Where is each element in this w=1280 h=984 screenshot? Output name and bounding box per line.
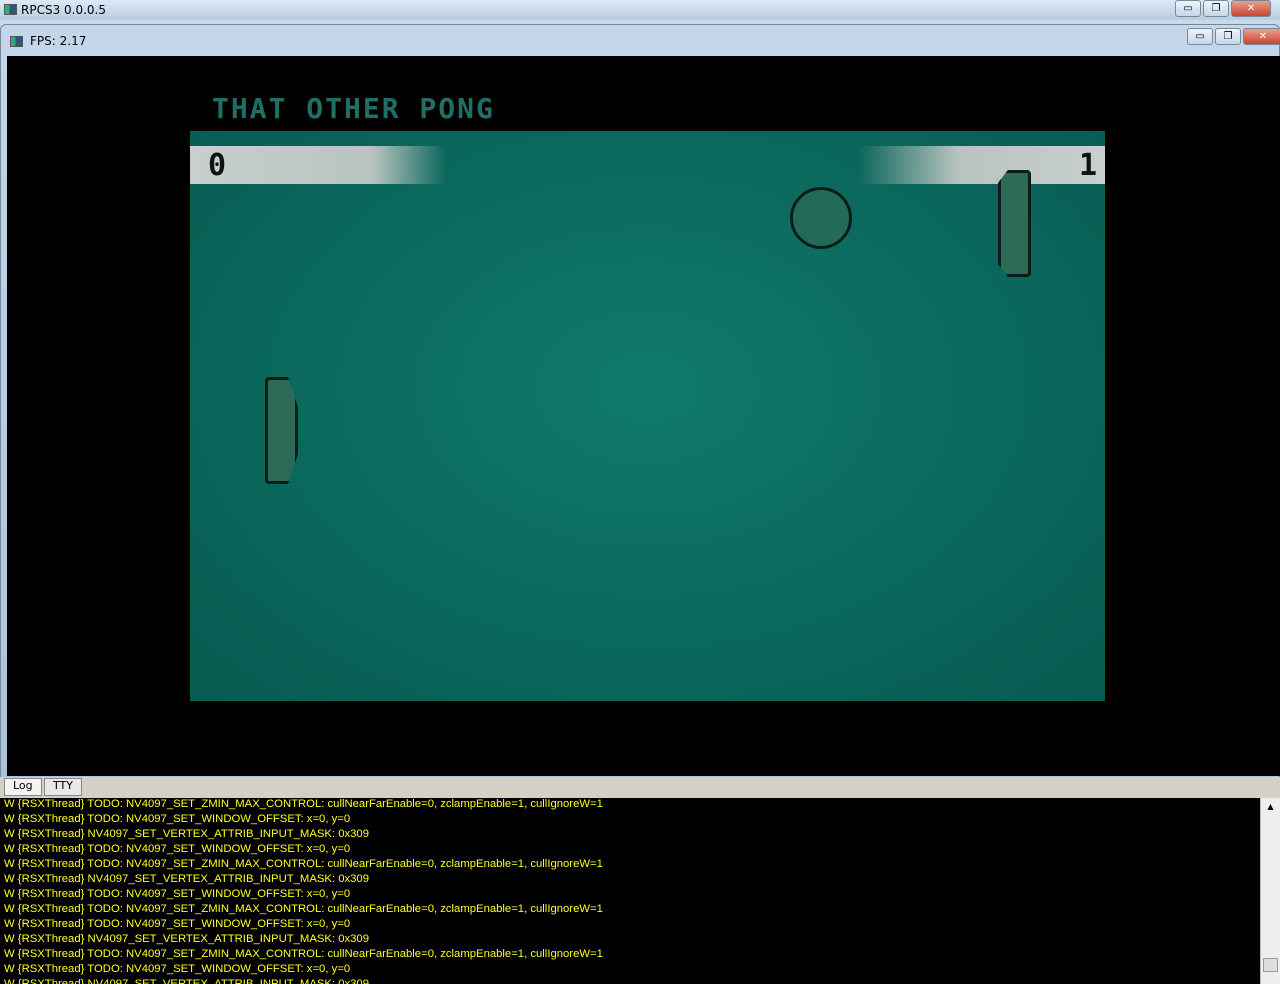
log-line: W {RSXThread} TODO: NV4097_SET_WINDOW_OF… [4, 918, 351, 930]
log-line: W {RSXThread} NV4097_SET_VERTEX_ATTRIB_I… [4, 873, 370, 885]
tab-log[interactable]: Log [4, 778, 42, 796]
log-line: W {RSXThread} TODO: NV4097_SET_ZMIN_MAX_… [4, 858, 603, 870]
log-panel: W {RSXThread} TODO: NV4097_SET_ZMIN_MAX_… [0, 798, 1260, 984]
outer-title-bar: RPCS3 0.0.0.5 ▭ ❐ ✕ [0, 0, 1280, 20]
log-line: W {RSXThread} TODO: NV4097_SET_WINDOW_OF… [4, 813, 351, 825]
log-scrollbar[interactable]: ▲ [1260, 798, 1280, 984]
right-paddle [998, 170, 1031, 277]
log-line: W {RSXThread} TODO: NV4097_SET_ZMIN_MAX_… [4, 948, 603, 960]
app-icon [4, 4, 17, 15]
fps-title: FPS: 2.17 [30, 34, 87, 48]
log-line: W {RSXThread} NV4097_SET_VERTEX_ATTRIB_I… [4, 828, 370, 840]
scroll-up-arrow-icon[interactable]: ▲ [1261, 798, 1280, 815]
log-line: W {RSXThread} TODO: NV4097_SET_WINDOW_OF… [4, 888, 351, 900]
log-line: W {RSXThread} NV4097_SET_VERTEX_ATTRIB_I… [4, 978, 370, 984]
scroll-thumb[interactable] [1263, 958, 1278, 972]
close-button[interactable]: ✕ [1231, 0, 1271, 17]
log-line: W {RSXThread} TODO: NV4097_SET_ZMIN_MAX_… [4, 798, 603, 810]
log-line: W {RSXThread} TODO: NV4097_SET_ZMIN_MAX_… [4, 903, 603, 915]
score-bar: 0 1 [190, 146, 1105, 184]
game-viewport[interactable]: THAT OTHER PONG 0 1 [7, 56, 1280, 776]
game-maximize-button[interactable]: ❐ [1215, 28, 1241, 45]
log-line: W {RSXThread} TODO: NV4097_SET_WINDOW_OF… [4, 843, 351, 855]
left-paddle [265, 377, 298, 484]
minimize-button[interactable]: ▭ [1175, 0, 1201, 17]
play-field: 0 1 [190, 131, 1105, 701]
log-line: W {RSXThread} TODO: NV4097_SET_WINDOW_OF… [4, 963, 351, 975]
score-right: 1 [1078, 148, 1097, 183]
game-title: THAT OTHER PONG [212, 92, 495, 125]
outer-window-title: RPCS3 0.0.0.5 [21, 3, 107, 17]
maximize-button[interactable]: ❐ [1203, 0, 1229, 17]
game-window-icon [10, 36, 23, 47]
tab-tty[interactable]: TTY [44, 778, 82, 796]
log-tabs: Log TTY [0, 777, 1280, 798]
score-left: 0 [208, 148, 227, 183]
game-minimize-button[interactable]: ▭ [1187, 28, 1213, 45]
ball [790, 187, 852, 249]
log-line: W {RSXThread} NV4097_SET_VERTEX_ATTRIB_I… [4, 933, 370, 945]
game-close-button[interactable]: ✕ [1243, 28, 1280, 45]
